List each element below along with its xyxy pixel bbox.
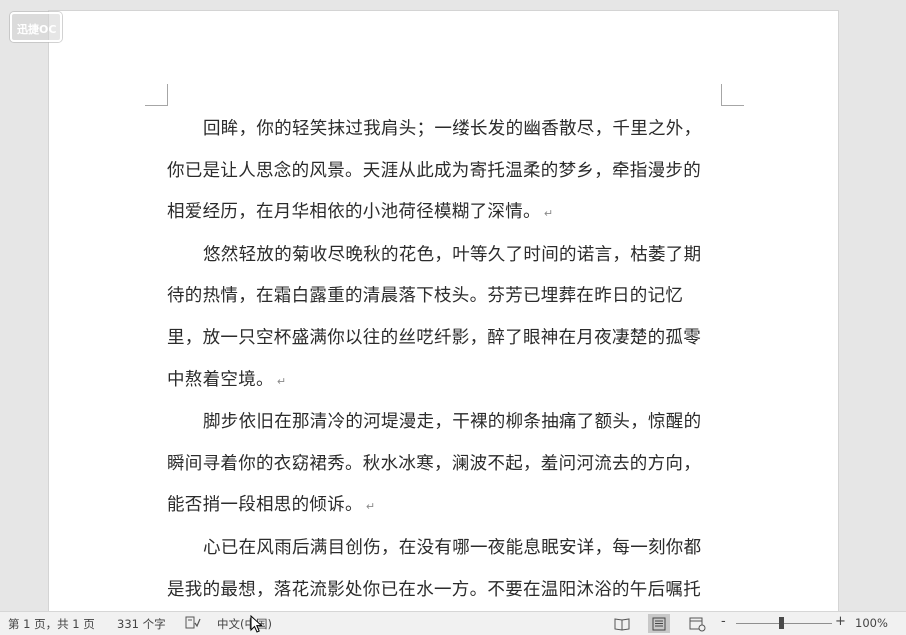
paragraph-text: 脚步依旧在那清冷的河堤漫走，干裸的柳条抽痛了额头，惊醒的瞬间寻着你的衣窈裙秀。秋… xyxy=(167,412,702,516)
paragraph-mark: ↵ xyxy=(276,374,287,388)
zoom-slider-thumb[interactable] xyxy=(779,617,784,629)
status-bar: 第 1 页，共 1 页 331 个字 中文(中国) - + 100% xyxy=(0,611,906,635)
mouse-pointer-icon xyxy=(250,615,263,633)
paragraph-text: 心已在风雨后满目创伤，在没有哪一夜能息眠安详，每一刻你都是我的最想，落花流影处你… xyxy=(167,537,702,600)
paragraph-2[interactable]: 悠然轻放的菊收尽晚秋的花色，叶等久了时间的诺言，枯萎了期待的热情，在霜白露重的清… xyxy=(167,235,712,402)
web-layout-icon[interactable] xyxy=(686,614,708,633)
paragraph-text: 悠然轻放的菊收尽晚秋的花色，叶等久了时间的诺言，枯萎了期待的热情，在霜白露重的清… xyxy=(167,244,702,390)
paragraph-1[interactable]: 回眸，你的轻笑抹过我肩头；一缕长发的幽香散尽，千里之外，你已是让人思念的风景。天… xyxy=(167,109,712,235)
print-layout-icon[interactable] xyxy=(648,614,670,633)
proofing-icon[interactable] xyxy=(185,616,201,630)
document-page[interactable]: 回眸，你的轻笑抹过我肩头；一缕长发的幽香散尽，千里之外，你已是让人思念的风景。天… xyxy=(48,10,839,611)
paragraph-3[interactable]: 脚步依旧在那清冷的河堤漫走，干裸的柳条抽痛了额头，惊醒的瞬间寻着你的衣窈裙秀。秋… xyxy=(167,402,712,528)
paragraph-text: 回眸，你的轻笑抹过我肩头；一缕长发的幽香散尽，千里之外，你已是让人思念的风景。天… xyxy=(167,119,702,223)
margin-corner-top-left xyxy=(145,84,168,106)
watermark-logo: 迅捷OC xyxy=(10,12,62,42)
paragraph-mark: ↵ xyxy=(365,500,376,514)
paragraph-4[interactable]: 心已在风雨后满目创伤，在没有哪一夜能息眠安详，每一刻你都是我的最想，落花流影处你… xyxy=(167,528,712,611)
page-indicator[interactable]: 第 1 页，共 1 页 xyxy=(8,616,95,632)
document-workspace: 回眸，你的轻笑抹过我肩头；一缕长发的幽香散尽，千里之外，你已是让人思念的风景。天… xyxy=(0,0,906,611)
margin-corner-top-right xyxy=(721,84,744,106)
word-count[interactable]: 331 个字 xyxy=(117,616,166,632)
paragraph-mark: ↵ xyxy=(543,207,554,221)
document-body[interactable]: 回眸，你的轻笑抹过我肩头；一缕长发的幽香散尽，千里之外，你已是让人思念的风景。天… xyxy=(167,109,712,611)
zoom-in-button[interactable]: + xyxy=(835,614,846,629)
zoom-slider[interactable] xyxy=(736,623,832,624)
zoom-level[interactable]: 100% xyxy=(855,616,888,630)
read-mode-icon[interactable] xyxy=(611,614,633,633)
zoom-out-button[interactable]: - xyxy=(721,614,726,629)
